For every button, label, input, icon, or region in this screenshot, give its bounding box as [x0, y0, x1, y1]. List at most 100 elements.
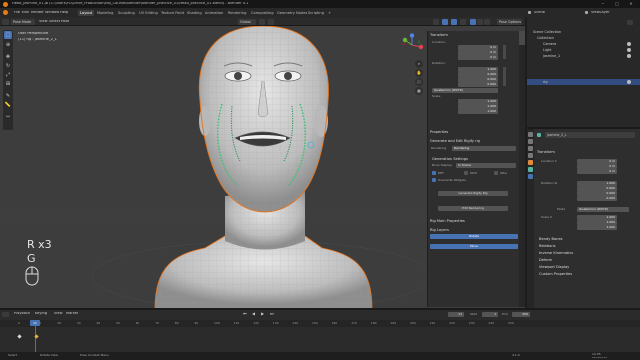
blender-menu-icon[interactable] — [3, 10, 8, 15]
bone-scale-y-field[interactable]: 1.000 — [577, 220, 617, 225]
menu-help[interactable]: Help — [60, 11, 68, 15]
location-z-field[interactable]: 0 m — [458, 55, 498, 60]
scale-x-field[interactable]: 1.000 — [458, 99, 498, 104]
menu-window[interactable]: Window — [45, 11, 59, 15]
snap-icon[interactable] — [268, 18, 274, 25]
outliner-filter-icon[interactable] — [627, 20, 633, 25]
visibility-eye-icon[interactable] — [627, 48, 631, 52]
camera-view-icon[interactable]: 🎥 — [415, 78, 423, 86]
breakdowner-tool-icon[interactable]: ⇿ — [4, 113, 12, 121]
workspace-tab-scripting[interactable]: Scripting — [306, 10, 326, 16]
sidebar-tab-rigify[interactable] — [519, 103, 525, 117]
timeline-editor-icon[interactable] — [2, 312, 9, 317]
bone-display-dropdown[interactable]: In Scene — [456, 163, 516, 168]
bone-scale-z-field[interactable]: 1.000 — [577, 225, 617, 230]
rigify-generate-section-header[interactable]: Generate and Edit Rigify rig — [430, 138, 480, 144]
timeline-menu-keying[interactable]: Keying — [35, 312, 47, 316]
viewport-display-section[interactable]: Viewport Display — [539, 264, 569, 270]
maximize-button[interactable]: □ — [610, 1, 624, 7]
bone-rotation-z-field[interactable]: 0.000 — [577, 196, 617, 201]
bone-rotation-w-field[interactable]: 1.000 — [577, 181, 617, 186]
viewport-menu-view[interactable]: View — [39, 20, 48, 24]
rig-main-properties-header[interactable]: Rig Main Properties — [430, 218, 465, 224]
bone-transform-header[interactable]: Transform — [537, 149, 555, 155]
rig-layer-move-button[interactable]: Move — [430, 244, 518, 249]
outliner-row-rig[interactable]: rig — [527, 79, 640, 85]
def-checkbox[interactable] — [432, 171, 436, 175]
render-tab-icon[interactable] — [528, 139, 533, 144]
keyframe-diamond[interactable] — [34, 334, 39, 339]
add-workspace-button[interactable]: + — [326, 10, 333, 16]
visibility-icon[interactable] — [433, 18, 439, 25]
properties-section-header[interactable]: Properties — [430, 129, 448, 135]
armature-tab-icon[interactable] — [528, 167, 533, 172]
gizmo-toggle-icon[interactable] — [442, 18, 448, 25]
scene-tab-icon[interactable] — [528, 153, 533, 158]
visibility-eye-icon[interactable] — [627, 54, 631, 58]
bone-rotation-mode-dropdown[interactable]: Quaternion (WXYZ) — [577, 207, 629, 212]
end-frame-field[interactable]: 250 — [512, 312, 530, 317]
measure-tool-icon[interactable]: 📏 — [4, 101, 12, 109]
minimize-button[interactable]: ─ — [596, 1, 610, 7]
mode-selector[interactable]: Pose Mode — [11, 18, 35, 25]
bone-rotation-x-field[interactable]: 0.000 — [577, 186, 617, 191]
sidebar-tab-tool[interactable] — [519, 47, 525, 61]
workspace-tab-shading[interactable]: Shading — [185, 10, 204, 16]
sidebar-tab-animation[interactable] — [519, 79, 525, 101]
generate-rigify-rig-button[interactable]: Generate Rigify Rig — [438, 191, 508, 196]
object-tab-icon[interactable] — [528, 160, 533, 165]
bone-location-z-field[interactable]: 0 m — [577, 169, 617, 174]
jump-end-icon[interactable]: ⏭ — [270, 312, 274, 316]
bone-scale-x-field[interactable]: 1.000 — [577, 215, 617, 220]
deform-section[interactable]: Deform — [539, 257, 552, 263]
menu-edit[interactable]: Edit — [22, 11, 29, 15]
outliner-row-jasmine[interactable]: jasmine_1 — [527, 53, 640, 59]
cursor-tool-icon[interactable]: ⊕ — [4, 41, 12, 49]
inverse-kinematics-section[interactable]: Inverse Kinematics — [539, 250, 573, 256]
navigation-gizmo[interactable] — [400, 33, 424, 57]
mch-checkbox[interactable] — [464, 171, 468, 175]
close-button[interactable]: ✕ — [624, 1, 638, 7]
scale-tool-icon[interactable]: ⤢ — [4, 71, 12, 79]
rig-type-dropdown[interactable]: Rendering — [452, 146, 516, 151]
jump-start-icon[interactable]: ⏮ — [243, 312, 247, 316]
relations-section[interactable]: Relations — [539, 243, 556, 249]
rig-layer-rotate-button[interactable]: Rotate — [430, 234, 518, 239]
viewport-menu-select[interactable]: Select — [49, 20, 60, 24]
workspace-tab-geometry-nodes[interactable]: Geometry Nodes — [275, 10, 309, 16]
sidebar-tab-view[interactable] — [519, 63, 525, 77]
bone-location-y-field[interactable]: 0 m — [577, 164, 617, 169]
shading-rendered-icon[interactable] — [484, 18, 490, 25]
edit-rendering-button[interactable]: Edit Rendering — [438, 206, 508, 211]
move-tool-icon[interactable]: ✥ — [4, 53, 12, 61]
bone-location-x-field[interactable]: 0 m — [577, 159, 617, 164]
custom-properties-section[interactable]: Custom Properties — [539, 271, 572, 277]
timeline-menu-view[interactable]: View — [54, 312, 63, 316]
lock-rotation-icon[interactable] — [503, 67, 506, 86]
scale-z-field[interactable]: 1.000 — [458, 109, 498, 114]
scale-y-field[interactable]: 1.000 — [458, 104, 498, 109]
bone-rotation-y-field[interactable]: 0.000 — [577, 191, 617, 196]
pose-options-button[interactable]: Pose Options — [497, 18, 522, 25]
shading-material-icon[interactable] — [477, 18, 483, 25]
lock-location-icon[interactable] — [503, 45, 506, 59]
select-box-tool-icon[interactable]: ⬚ — [4, 31, 12, 39]
transform-section-header[interactable]: Transform — [430, 32, 448, 38]
scene-selector[interactable]: Scene — [534, 11, 545, 15]
play-icon[interactable]: ▶ — [261, 312, 264, 316]
transform-tool-icon[interactable]: ⊞ — [4, 80, 12, 88]
start-frame-field[interactable]: 1 — [482, 312, 498, 317]
menu-render[interactable]: Render — [31, 11, 44, 15]
generation-settings-header[interactable]: Generation Settings — [432, 156, 468, 162]
location-y-field[interactable]: 0 m — [458, 50, 498, 55]
bone-name-field[interactable]: jasmine_2_L — [545, 132, 635, 138]
visibility-eye-icon[interactable] — [627, 42, 631, 46]
timeline-menu-playback[interactable]: Playback — [14, 312, 30, 316]
pan-view-icon[interactable]: ✋ — [415, 69, 423, 77]
annotate-tool-icon[interactable]: ✎ — [4, 92, 12, 100]
bone-tab-icon[interactable] — [528, 174, 533, 179]
workspace-tab-modeling[interactable]: Modeling — [95, 10, 115, 16]
editor-type-icon[interactable] — [2, 18, 9, 25]
org-checkbox[interactable] — [494, 171, 498, 175]
viewlayer-selector[interactable]: ViewLayer — [591, 11, 610, 15]
